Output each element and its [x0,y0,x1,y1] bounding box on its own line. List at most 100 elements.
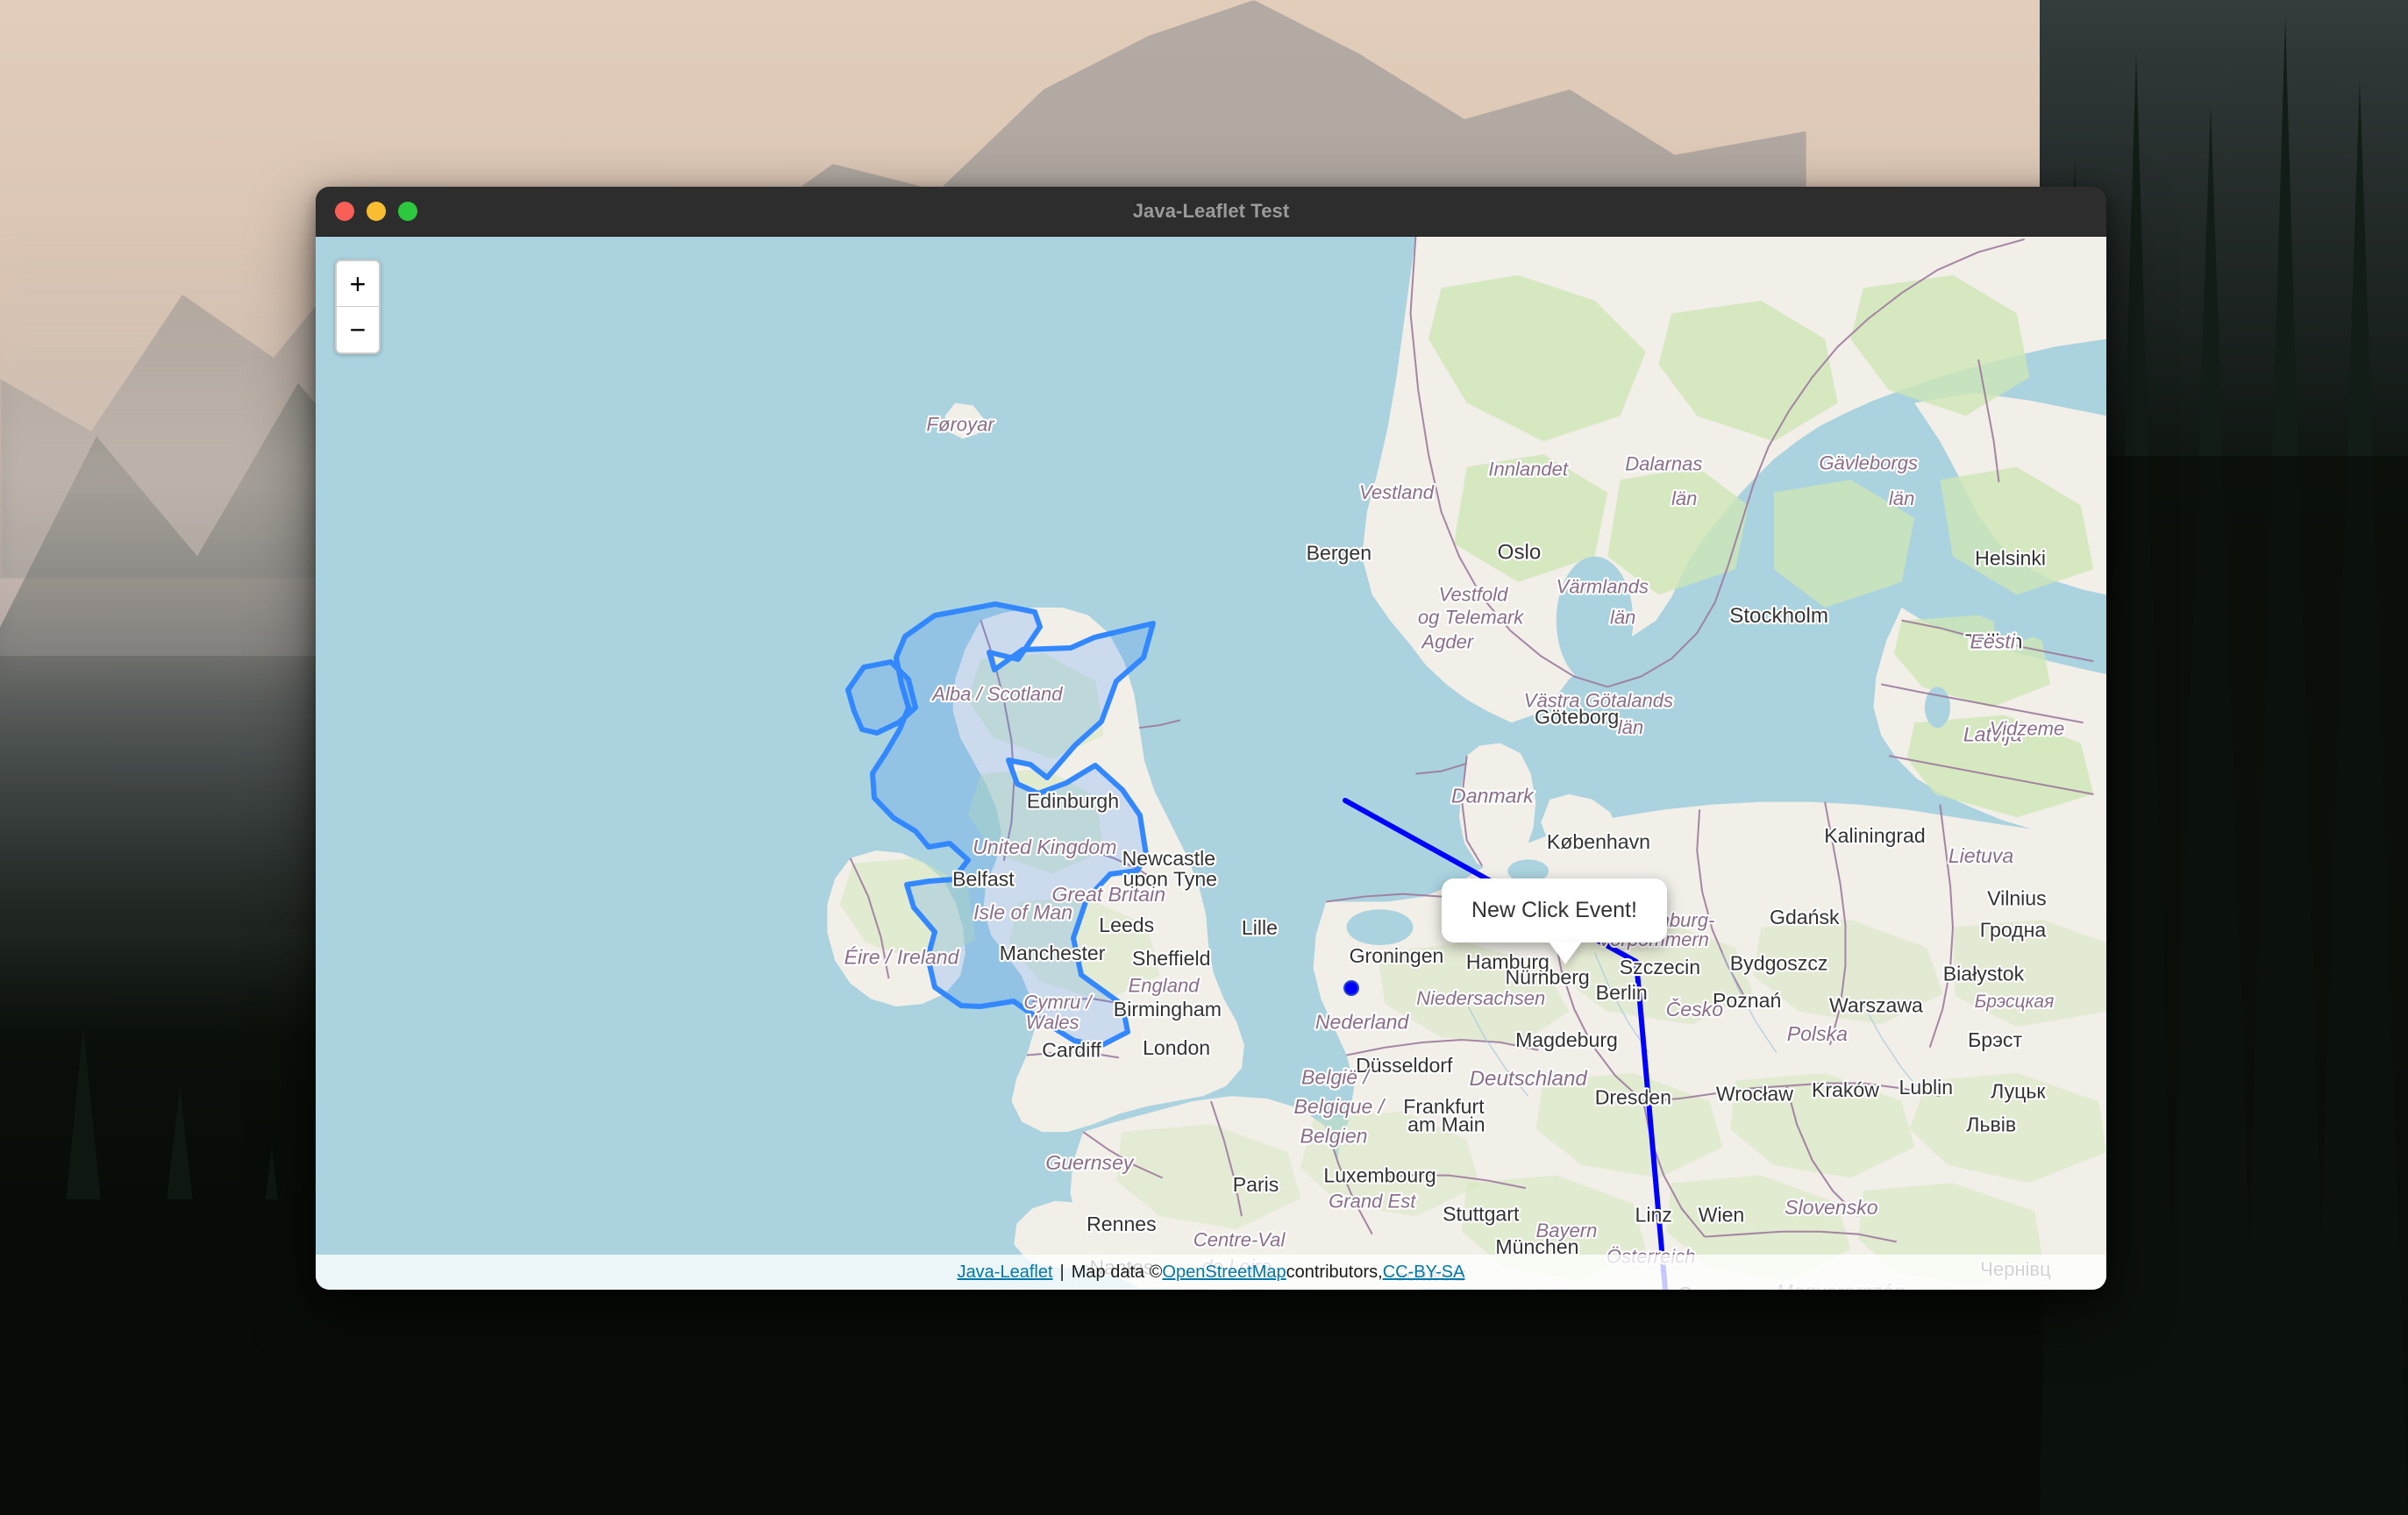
map-label: Nederland [1315,1011,1410,1034]
map-label: Gävleborgs [1819,452,1918,473]
map-label: län [1618,716,1643,738]
map-label: Berlin [1596,981,1648,1004]
map-label: Szczecin [1620,956,1700,978]
map-label: Lublin [1899,1076,1954,1099]
map-label: Wales [1026,1012,1079,1034]
map-label: Брэсцкая [1975,992,2055,1012]
map-label: Cardiff [1042,1039,1101,1062]
map-label: Wrocław [1716,1082,1793,1105]
attribution-middle: contributors, [1286,1262,1383,1282]
map-label: London [1143,1036,1210,1059]
map-label: Wien [1699,1204,1745,1227]
map-label: United Kingdom [972,836,1116,858]
map-label: Alba / Scotland [930,683,1063,705]
map-label: Göteborg [1535,705,1619,728]
map-label: Lietuva [1948,844,2014,867]
map-label: Newcastle [1122,847,1216,870]
map-label: België / [1301,1065,1371,1088]
map-label: Düsseldorf [1356,1054,1453,1077]
zoom-control: + − [335,260,381,354]
map-label: Kaliningrad [1824,824,1926,847]
map-label: län [1671,487,1697,509]
attribution-osm-link[interactable]: OpenStreetMap [1162,1262,1286,1283]
app-window: Java-Leaflet Test Føroyar Innlandet Dala… [316,187,2106,1290]
window-title: Java-Leaflet Test [1132,200,1290,222]
window-titlebar[interactable]: Java-Leaflet Test [316,187,2106,237]
map-label: Birmingham [1114,998,1222,1021]
map-label: Gdańsk [1770,906,1840,928]
map-label: Helsinki [1975,547,2046,570]
map-label: Innlandet [1488,459,1569,480]
map-label: Oslo [1498,540,1542,564]
zoom-in-button[interactable]: + [337,261,379,307]
map-label: Warszawa [1829,994,1923,1017]
map-label: Stuttgart [1443,1202,1520,1225]
map-label: Belgique / [1294,1095,1386,1118]
map-label: Eesti [1970,629,2016,652]
map-label: Paris [1233,1173,1279,1196]
map-label: Dalarnas [1625,453,1702,475]
map-label: Bydgoszcz [1730,952,1828,975]
maximize-window-button[interactable] [398,202,417,221]
popup-tip [1549,942,1582,964]
map-label: og Telemark [1418,607,1524,629]
map-label: Éire / Ireland [844,945,960,968]
map-label: Manchester [1000,942,1106,964]
map-label: Vilnius [1987,886,2047,909]
map-label: Niedersachsen [1416,987,1545,1009]
map-attribution: Java-Leaflet | Map data © OpenStreetMap … [316,1255,2106,1290]
map-label: København [1547,830,1650,853]
map-label: Luxembourg [1323,1164,1436,1187]
map-label: Rennes [1086,1213,1157,1235]
map-label: Slovensko [1785,1196,1878,1219]
attribution-license-link[interactable]: CC-BY-SA [1383,1262,1465,1283]
map-label: Vestfold [1439,583,1509,605]
map-label: Białystok [1943,962,2025,985]
map-label: Belfast [952,867,1015,890]
map-label: Magdeburg [1515,1028,1618,1051]
desktop-background: Java-Leaflet Test Føroyar Innlandet Dala… [0,0,2408,1515]
popup-content: New Click Event! [1442,878,1667,942]
map-label: Львів [1966,1113,2016,1135]
map-label: Bergen [1307,542,1371,565]
window-controls [335,202,417,221]
map-label: Groningen [1350,944,1444,967]
map-label: Deutschland [1470,1067,1589,1091]
map-label: Centre-Val [1193,1228,1286,1250]
zoom-out-button[interactable]: − [337,307,379,352]
map-label: Nürnberg [1505,966,1589,989]
map-label: Stockholm [1729,604,1828,628]
map-label: Гродна [1980,919,2047,942]
map-label: Vidzeme [1990,717,2064,739]
map-label: län [1889,487,1914,509]
map-label: Linz [1635,1204,1671,1227]
map-label: Dresden [1595,1086,1671,1109]
map-label: England [1129,974,1200,996]
map-label: Føroyar [927,414,996,436]
map-label: Česko [1666,997,1724,1021]
map-label: Sheffield [1132,947,1210,970]
map-label: Vestland [1359,481,1435,503]
attribution-brand-link[interactable]: Java-Leaflet [958,1262,1053,1283]
map-label: Belgien [1300,1124,1368,1147]
attribution-prefix: Map data © [1071,1262,1163,1282]
map-label: Danmark [1451,785,1535,807]
map-label: Värmlands [1557,576,1649,598]
map-label: Grand Est [1329,1191,1416,1213]
map-label: Брэст [1968,1028,2022,1051]
map-popup[interactable]: New Click Event! [1442,878,1667,964]
map-label: Kraków [1812,1078,1879,1101]
map-label: Луцьк [1991,1079,2046,1102]
minimize-window-button[interactable] [367,202,386,221]
map-label: Agder [1420,630,1474,652]
attribution-separator: | [1059,1262,1065,1282]
map-label: Isle of Man [973,900,1072,923]
leaflet-map[interactable]: Føroyar Innlandet Dalarnas län Gävleborgs län… [316,237,2106,1290]
map-label: Lille [1242,916,1278,939]
map-label: Cymru / [1023,991,1094,1013]
map-label: Guernsey [1045,1151,1135,1174]
close-window-button[interactable] [335,202,354,221]
map-label: Polska [1787,1022,1848,1045]
map-label: Leeds [1099,914,1154,936]
map-label-layer: Føroyar Innlandet Dalarnas län Gävleborgs län… [842,411,2066,1290]
